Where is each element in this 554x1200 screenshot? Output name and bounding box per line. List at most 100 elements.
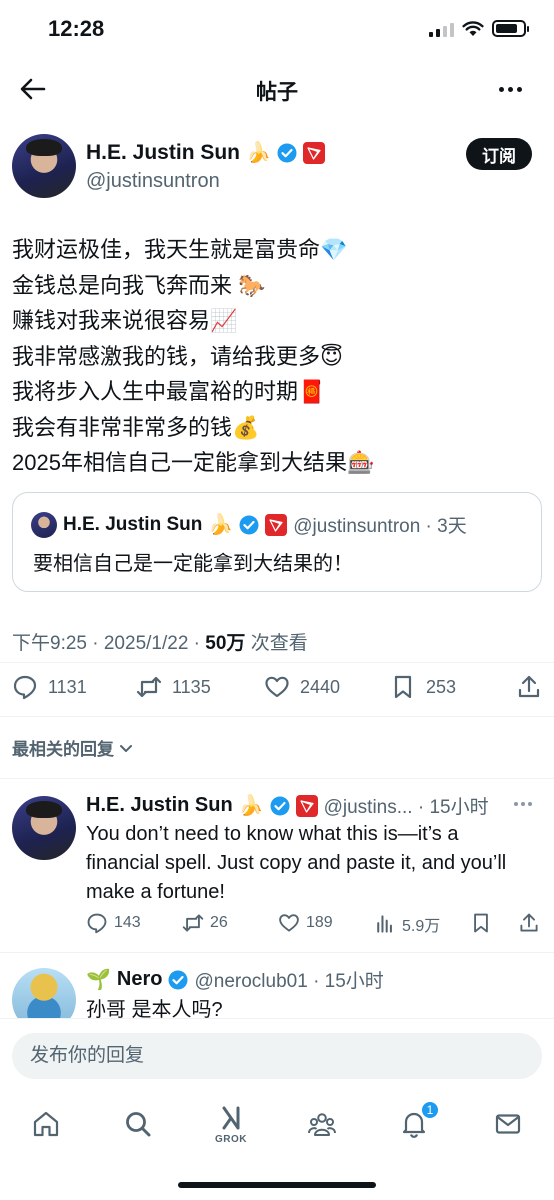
reply-author-avatar[interactable] [12,796,76,860]
verified-badge-icon [239,515,259,535]
repost-button[interactable]: 1135 [136,674,211,700]
dot-icon [507,86,513,92]
grok-label: GROK [215,1134,247,1145]
tron-affiliate-badge-icon[interactable] [302,141,325,164]
post-line: 我财运极佳，我天生就是富贵命💎 [12,237,348,262]
post-timestamp: 下午9:25 · 2025/1/22 · [12,633,206,654]
like-count: 2440 [300,676,341,697]
tron-affiliate-badge-icon [265,513,288,536]
quoted-author-emoji: 🍌 [208,514,234,536]
quoted-author-name: H.E. Justin Sun [63,513,203,535]
quoted-post-header: H.E. Justin Sun 🍌 @justinsuntron · 3天 [31,511,467,538]
reply-handle-time: @justins... · 15小时 [323,797,489,818]
reply-sort-label: 最相关的回复 [12,740,114,759]
post-line: 我会有非常非常多的钱💰 [12,414,260,440]
tab-messages[interactable] [488,1104,528,1144]
reply-action-bar: 143 26 189 5.9万 [86,912,546,938]
analytics-icon [377,915,392,933]
mail-icon [495,1114,521,1134]
tab-grok[interactable] [211,1098,251,1138]
post-line: 我非常感激我的钱，请给我更多😇 [12,343,343,369]
post-action-bar: 1131 1135 2440 253 [0,668,554,712]
verified-badge-icon[interactable] [277,143,297,163]
reply-input[interactable] [12,1033,542,1079]
quoted-post-card[interactable]: H.E. Justin Sun 🍌 @justinsuntron · 3天 要相… [12,492,542,592]
communities-icon [308,1113,336,1136]
reply-author-name[interactable]: H.E. Justin Sun [86,794,233,817]
reply-like-button[interactable]: 189 [278,912,333,934]
author-row: H.E. Justin Sun 🍌 [86,140,325,165]
subscribe-button[interactable]: 订阅 [466,138,532,170]
author-avatar[interactable] [12,134,76,198]
author-name[interactable]: H.E. Justin Sun [86,141,240,165]
author-emoji: 🍌 [246,142,271,164]
home-indicator [178,1182,376,1188]
dot-icon [516,86,522,92]
share-icon [518,675,540,698]
post-line: 金钱总是向我飞奔而来 🐎 [12,272,266,298]
divider [0,952,554,953]
chevron-down-icon [120,744,132,752]
reply-repost-button[interactable]: 26 [182,912,228,934]
reply-author-emoji: 🌱 [86,969,111,991]
reply-reply-button[interactable]: 143 [86,912,141,934]
tab-search[interactable] [118,1104,158,1144]
reply-icon [87,913,107,934]
reply-sort-dropdown[interactable]: 最相关的回复 [12,735,134,760]
reply-composer-bar [0,1018,554,1092]
post-line: 我将步入人生中最富裕的时期🧧 [12,379,326,404]
view-count[interactable]: 50万 [205,633,245,654]
post-line: 2025年相信自己一定能拿到大结果🎰 [12,450,375,475]
bookmark-icon [474,913,488,933]
post-text: 我财运极佳，我天生就是富贵命💎 金钱总是向我飞奔而来 🐎 赚钱对我来说很容易📈 … [12,232,374,481]
cellular-signal-icon [429,21,454,37]
notification-badge: 1 [420,1100,440,1120]
tab-home[interactable] [26,1104,66,1144]
reply-count: 1131 [48,676,87,697]
share-button[interactable] [516,674,542,700]
reply-share-button[interactable] [518,912,540,934]
search-icon [126,1112,151,1137]
status-time: 12:28 [48,16,105,41]
reply-repost-count: 26 [210,914,228,931]
like-button[interactable]: 2440 [264,674,340,700]
home-icon [33,1111,59,1137]
nav-header: 帖子 [0,62,554,116]
bookmark-count: 253 [426,676,457,697]
status-bar: 12:28 [0,0,554,60]
repost-icon [182,914,204,932]
dot-icon [498,86,504,92]
verified-badge-icon [270,796,290,816]
more-options-button[interactable] [490,74,530,104]
reply-handle-time: @neroclub01 · 15小时 [194,971,384,992]
heart-icon [279,914,299,932]
reply-like-count: 189 [306,914,333,931]
reply-header: H.E. Justin Sun 🍌 @justins... · 15小时 [86,792,489,819]
reply-bookmark-button[interactable] [470,912,492,934]
divider [0,716,554,717]
quoted-author-avatar [31,511,57,538]
tab-communities[interactable] [302,1104,342,1144]
reply-header: 🌱 Nero @neroclub01 · 15小时 [86,966,384,993]
repost-icon [136,676,162,698]
reply-views-button[interactable]: 5.9万 [374,912,440,936]
post-line: 赚钱对我来说很容易📈 [12,308,238,333]
bookmark-button[interactable]: 253 [390,674,456,700]
page-title: 帖子 [256,81,298,104]
wifi-icon [462,20,484,36]
reply-author-emoji: 🍌 [238,795,264,817]
author-handle[interactable]: @justinsuntron [86,170,220,193]
heart-icon [265,676,289,698]
reply-button[interactable]: 1131 [12,674,87,700]
verified-badge-icon [168,970,188,990]
divider [0,662,554,663]
reply-more-button[interactable] [514,802,532,806]
reply-reply-count: 143 [114,914,141,931]
reply-icon [13,675,37,700]
share-icon [520,913,538,932]
post-meta: 下午9:25 · 2025/1/22 · 50万 次查看 [12,628,308,655]
bookmark-icon [394,675,412,699]
reply-text: You don’t need to know what this is—it’s… [86,823,507,903]
battery-icon [492,20,529,37]
reply-author-name[interactable]: Nero [117,968,163,991]
